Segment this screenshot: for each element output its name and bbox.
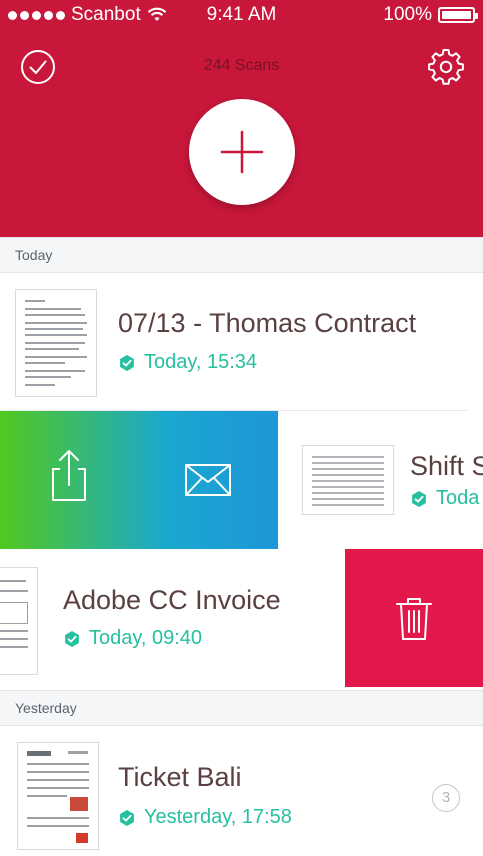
mail-icon[interactable] (184, 463, 232, 497)
scan-date: Today, 09:40 (63, 627, 202, 650)
page-count-badge: 3 (432, 784, 460, 812)
trash-icon (396, 598, 432, 640)
section-header-today: Today (0, 237, 483, 273)
battery-percent: 100% (383, 4, 432, 25)
document-thumbnail (15, 289, 97, 397)
status-bar: Scanbot 9:41 AM 100% (0, 0, 483, 30)
scan-row[interactable]: 07/13 - Thomas Contract Today, 15:34 (0, 273, 483, 411)
verified-badge-icon (120, 809, 134, 826)
scan-title: Ticket Bali (118, 762, 242, 792)
plus-icon (220, 130, 264, 174)
scan-date-label: Today, 09:40 (89, 627, 203, 649)
scan-row[interactable]: Ticket Bali Yesterday, 17:58 (0, 726, 483, 856)
add-scan-button[interactable] (189, 99, 295, 205)
delete-button[interactable] (345, 549, 483, 687)
document-thumbnail (302, 445, 394, 515)
document-thumbnail (17, 742, 99, 850)
scan-title: Adobe CC Invoice (63, 585, 281, 615)
scan-title: Shift S (410, 451, 483, 481)
battery-icon (438, 7, 478, 23)
scan-row-swiped[interactable]: Shift S Toda (0, 411, 483, 549)
section-label: Today (15, 247, 53, 263)
gear-icon[interactable] (428, 49, 464, 85)
section-label: Yesterday (15, 700, 77, 716)
swipe-actions-panel (0, 411, 278, 549)
share-icon[interactable] (46, 447, 92, 503)
scan-row-swiped[interactable]: Adobe CC Invoice Today, 09:40 (0, 549, 483, 687)
document-thumbnail (0, 567, 38, 675)
verified-badge-icon (65, 630, 79, 647)
verified-badge-icon (120, 354, 134, 371)
scan-title: 07/13 - Thomas Contract (118, 308, 417, 338)
scan-date-label: Toda (436, 487, 480, 509)
scan-date: Toda (410, 487, 479, 510)
scan-date-label: Today, 15:34 (144, 351, 258, 373)
header: Scanbot 9:41 AM 100% 244 Scans (0, 0, 483, 237)
verified-badge-icon (412, 490, 426, 507)
scan-date: Today, 15:34 (118, 351, 257, 374)
scan-date-label: Yesterday, 17:58 (144, 806, 292, 828)
scan-count: 244 Scans (203, 57, 280, 74)
section-header-yesterday: Yesterday (0, 690, 483, 726)
scan-date: Yesterday, 17:58 (118, 806, 292, 829)
battery-group: 100% (383, 4, 478, 26)
